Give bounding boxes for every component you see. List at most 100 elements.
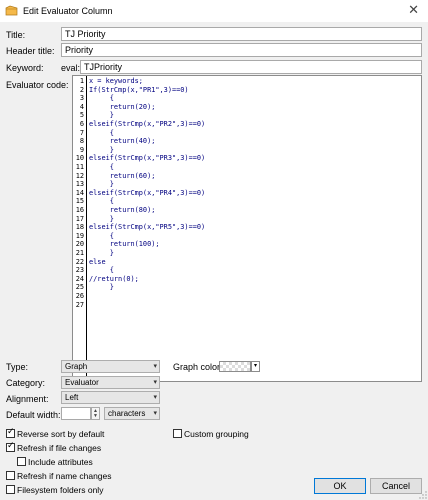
code-line[interactable]: 14 elseif(StrCmp(x,"PR4",3)==0) [73,189,413,198]
header-title-field[interactable]: Priority [61,43,422,57]
code-text: { [89,163,114,171]
code-text: elseif(StrCmp(x,"PR5",3)==0) [89,223,206,232]
line-number: 6 [79,120,84,128]
evaluator-code-editor[interactable]: 1x = keywords; 2 If(StrCmp(x,"PR1",3)==0) 3… [72,75,422,382]
code-text: } [89,249,114,257]
line-number: 22 [75,257,84,266]
width-unit-value: characters [108,409,146,418]
custom-grouping-checkbox[interactable] [173,429,182,438]
code-line[interactable]: 9 } [73,146,413,155]
code-line[interactable]: 1 x = keywords; [73,77,413,86]
refresh-name-checkbox[interactable] [6,471,15,480]
line-number: 5 [79,111,84,120]
code-line[interactable]: 11 { [73,163,413,172]
line-number: 7 [79,128,84,137]
graph-color-label: Graph color: [173,362,223,372]
ok-button[interactable]: OK [314,478,366,494]
line-number: 20 [75,240,84,249]
line-number: 18 [75,223,84,232]
code-line[interactable]: 18 elseif(StrCmp(x,"PR5",3)==0) [73,223,413,232]
refresh-file-checkbox[interactable] [6,441,15,452]
refresh-name-label: Refresh if name changes [17,471,112,481]
code-text: { [89,266,114,275]
code-text: elseif(StrCmp(x,"PR2",3)==0) [89,120,206,128]
code-line[interactable]: 7 { [73,129,413,138]
code-text: //return(0); [89,274,139,283]
width-spinner[interactable]: ▲ ▼ [91,407,100,420]
spinner-down-icon[interactable]: ▼ [93,413,98,419]
reverse-sort-checkbox[interactable] [6,427,15,438]
chevron-down-icon: ▾ [153,379,157,386]
keyword-prefix: eval: [61,63,81,73]
code-line[interactable]: 15 { [73,197,413,206]
code-line[interactable]: 26 [73,292,413,301]
code-text: x = keywords; [89,77,143,85]
code-line[interactable]: 21 } [73,249,413,258]
app-icon [5,5,18,16]
code-line[interactable]: 3 { [73,94,413,103]
resize-grip-icon[interactable] [419,491,427,499]
evaluator-code-label: Evaluator code: [6,80,69,90]
code-line[interactable]: 20 return(100); [73,240,413,249]
line-number: 11 [75,163,84,171]
code-line[interactable]: 8 return(40); [73,137,413,146]
width-unit-select[interactable]: characters ▾ [104,407,160,420]
code-line[interactable]: 2 If(StrCmp(x,"PR1",3)==0) [73,86,413,95]
line-number: 17 [75,214,84,223]
code-line[interactable]: 5 } [73,111,413,120]
type-value: Graph [65,362,88,371]
title-field[interactable]: TJ Priority [61,27,422,41]
code-line[interactable]: 27 [73,301,413,310]
chevron-down-icon: ▾ [153,394,157,401]
keyword-label: Keyword: [6,63,44,73]
title-label: Title: [6,30,26,40]
code-line[interactable]: 10 elseif(StrCmp(x,"PR3",3)==0) [73,154,413,163]
code-line[interactable]: 6 elseif(StrCmp(x,"PR2",3)==0) [73,120,413,129]
code-text: elseif(StrCmp(x,"PR3",3)==0) [89,154,206,163]
include-attributes-checkbox[interactable] [17,457,26,466]
code-text: return(100); [89,240,160,249]
code-line[interactable]: 17 } [73,215,413,224]
code-line[interactable]: 24 //return(0); [73,275,413,284]
code-text: } [89,180,114,189]
line-number: 9 [79,145,84,154]
alignment-select[interactable]: Left ▾ [61,391,160,404]
category-select[interactable]: Evaluator ▾ [61,376,160,389]
code-line[interactable]: 12 return(60); [73,172,413,181]
code-text: return(20); [89,102,156,111]
code-line[interactable]: 25 } [73,283,413,292]
close-icon[interactable]: ✕ [408,3,419,18]
type-select[interactable]: Graph ▾ [61,360,160,373]
alignment-label: Alignment: [6,394,49,404]
code-line[interactable]: 16 return(80); [73,206,413,215]
code-line[interactable]: 13 } [73,180,413,189]
alignment-value: Left [65,393,79,402]
code-line[interactable]: 19 { [73,232,413,241]
line-number: 13 [75,180,84,189]
code-text: } [89,214,114,223]
default-width-input[interactable] [61,407,91,420]
code-text: return(40); [89,137,156,146]
code-line[interactable]: 4 return(20); [73,103,413,112]
default-width-label: Default width: [6,410,61,420]
reverse-sort-label: Reverse sort by default [17,429,105,439]
code-text: } [89,145,114,154]
custom-grouping-label: Custom grouping [184,429,249,439]
code-text: If(StrCmp(x,"PR1",3)==0) [89,85,189,94]
title-bar: Edit Evaluator Column ✕ [0,0,428,22]
filesystem-only-label: Filesystem folders only [17,485,104,495]
code-line[interactable]: 22 else [73,258,413,267]
line-number: 12 [75,171,84,180]
type-label: Type: [6,362,29,372]
graph-color-dropdown-icon[interactable]: ▾ [251,361,260,372]
line-number: 15 [75,197,84,206]
keyword-field[interactable]: TJPriority [80,60,422,74]
filesystem-only-checkbox[interactable] [6,485,15,494]
code-text: return(60); [89,171,156,180]
code-text: } [89,283,114,292]
graph-color-swatch[interactable] [219,361,251,372]
code-line[interactable]: 23 { [73,266,413,275]
line-number: 27 [75,300,84,309]
cancel-button[interactable]: Cancel [370,478,422,494]
line-number: 14 [75,188,84,197]
